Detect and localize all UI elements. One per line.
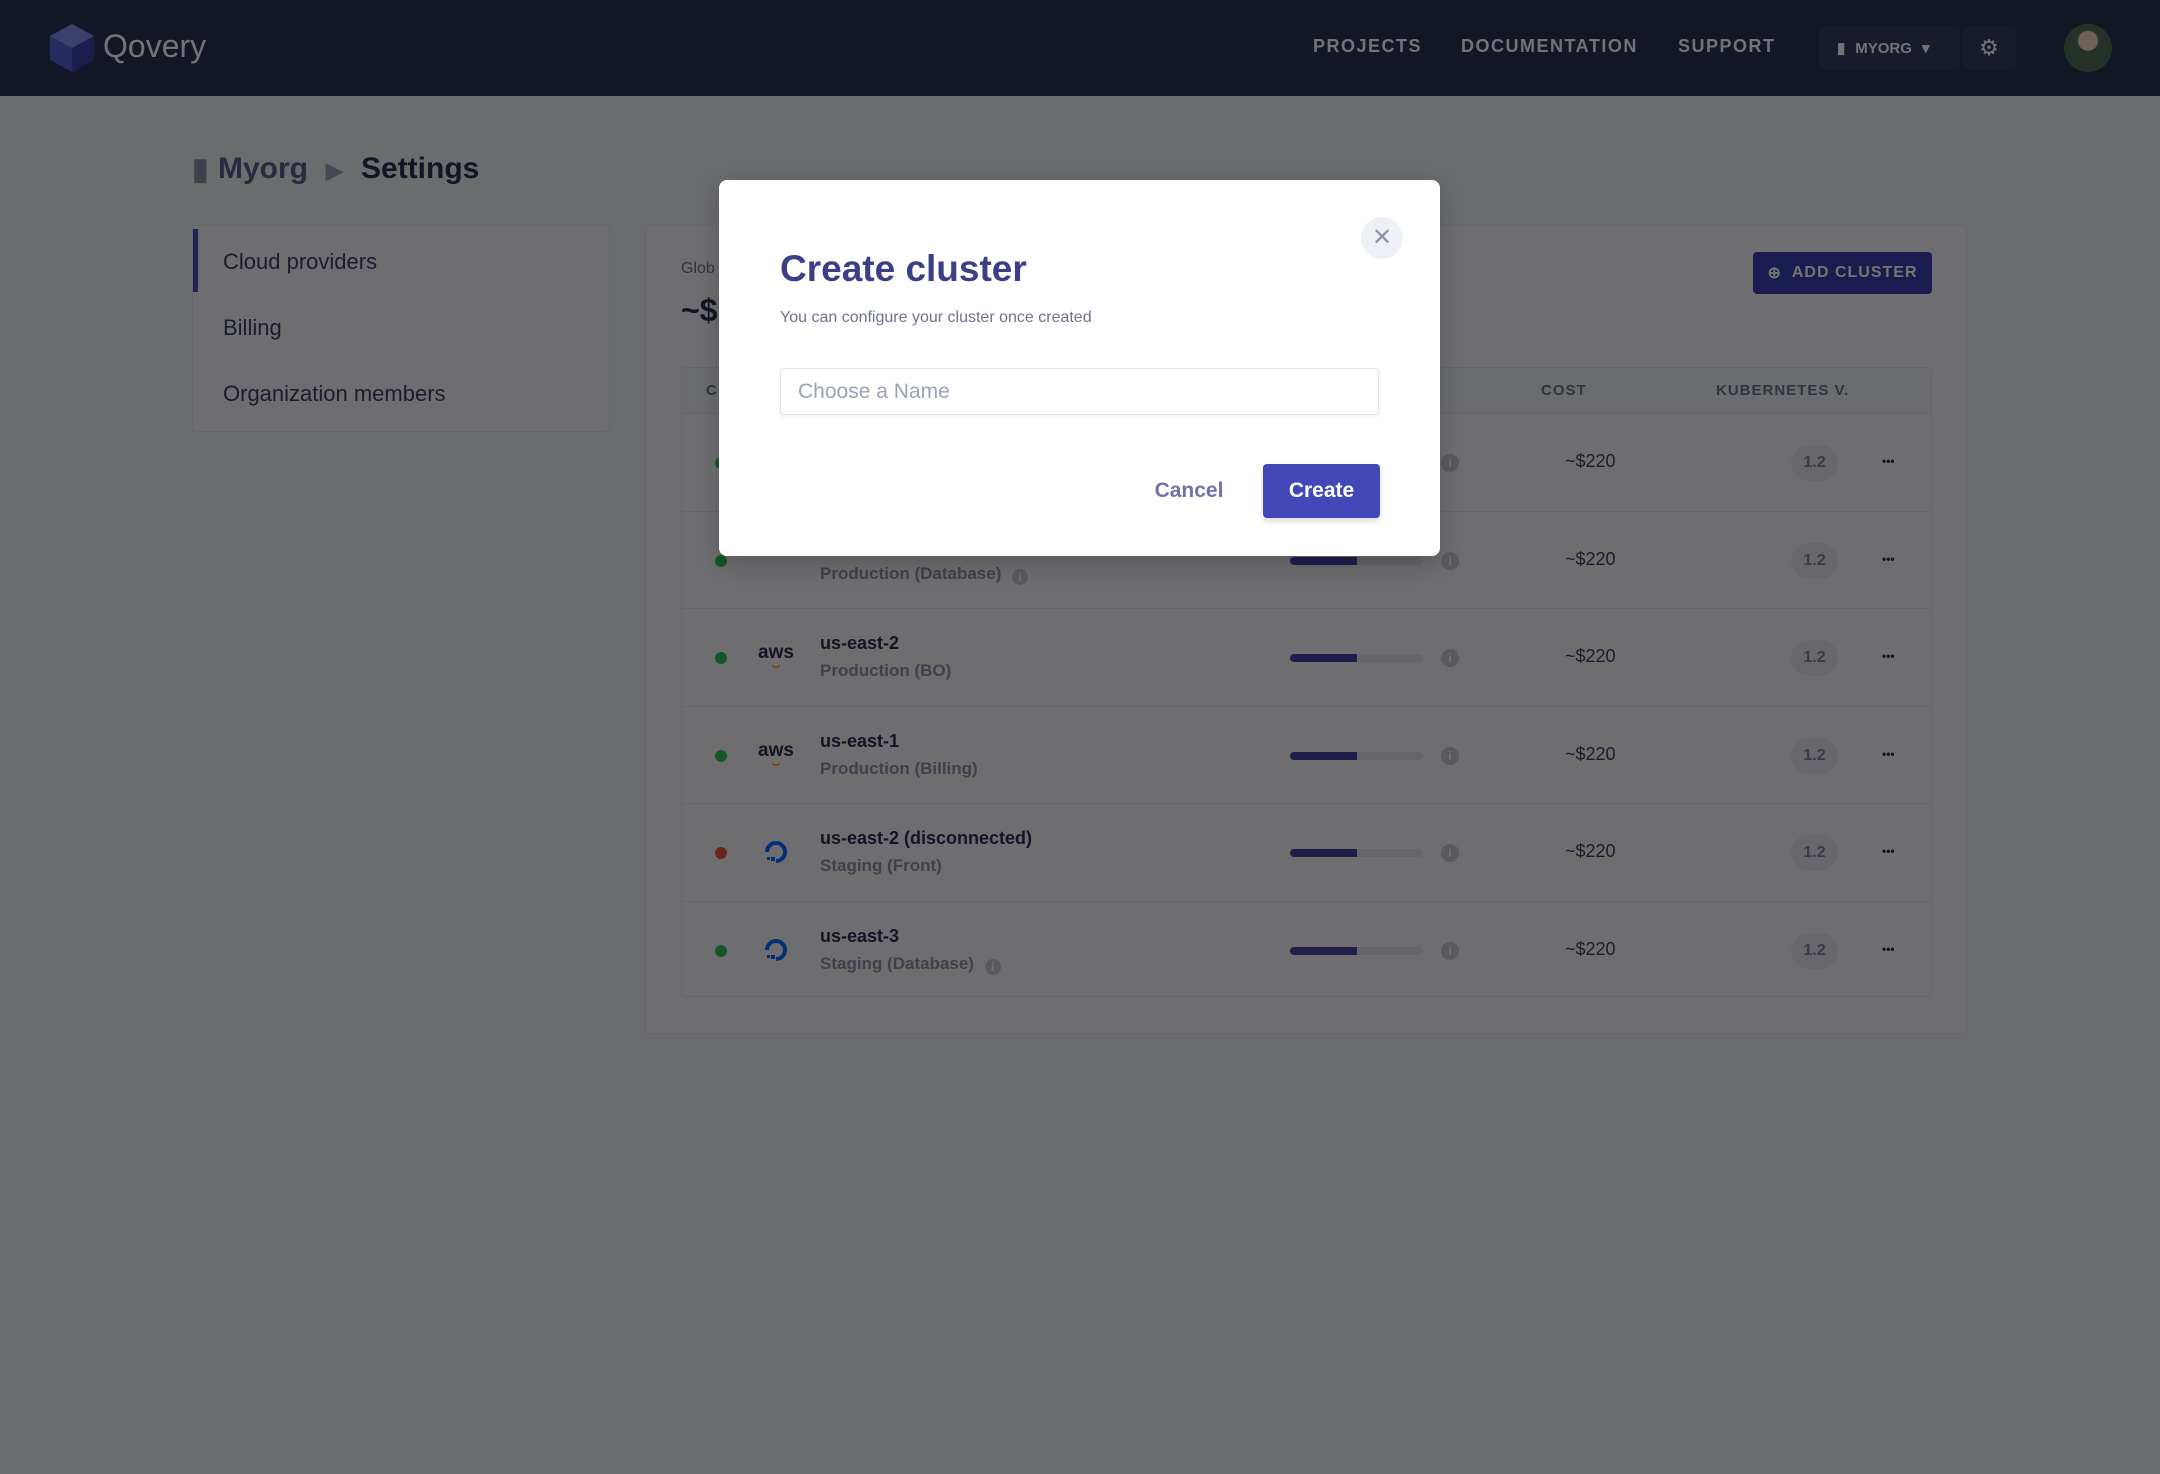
usage-bar	[1290, 849, 1423, 857]
org-name: MYORG	[1855, 39, 1912, 57]
cluster-env-label: Production (BO)	[820, 661, 952, 680]
table-row[interactable]: us-east-2 (disconnected) Staging (Front)…	[682, 803, 1931, 901]
global-cost-value: ~$	[681, 292, 718, 328]
cluster-cost: ~$220	[1565, 451, 1616, 471]
cluster-name: us-east-1	[820, 730, 900, 751]
info-icon[interactable]: i	[1441, 454, 1459, 472]
create-button[interactable]: Create	[1263, 464, 1380, 518]
modal-title: Create cluster	[780, 248, 1027, 289]
cluster-name: us-east-2 (disconnected)	[820, 828, 1033, 848]
cluster-env-label: Production (Database)	[820, 563, 1002, 583]
more-options-icon[interactable]: •••	[1882, 649, 1895, 663]
create-cluster-modal: ✕ Create cluster You can configure your …	[719, 180, 1440, 556]
cluster-cost: ~$220	[1565, 938, 1616, 959]
aws-logo-icon: aws ⌣	[758, 642, 794, 673]
page-title: Settings	[361, 152, 480, 185]
cluster-env: Production (Billing)	[820, 759, 978, 779]
gear-icon[interactable]: ⚙	[1962, 27, 2016, 69]
info-icon[interactable]: i	[1441, 844, 1459, 862]
settings-sidebar: Cloud providers Billing Organization mem…	[192, 225, 610, 432]
more-options-icon[interactable]: •••	[1882, 454, 1895, 468]
column-kubernetes: KUBERNETES V.	[1716, 382, 1850, 399]
kubernetes-version-badge: 1.2	[1791, 835, 1838, 871]
cluster-cost: ~$220	[1565, 841, 1616, 861]
kubernetes-version-badge: 1.2	[1791, 640, 1838, 676]
avatar[interactable]	[2064, 24, 2112, 72]
sidebar-item-cloud-providers[interactable]: Cloud providers	[223, 249, 377, 275]
usage-bar	[1290, 946, 1423, 955]
sidebar-item-organization-members[interactable]: Organization members	[223, 381, 446, 407]
add-cluster-label: ADD CLUSTER	[1791, 264, 1918, 281]
cluster-name-input[interactable]	[780, 368, 1379, 415]
more-options-icon[interactable]: •••	[1882, 552, 1895, 566]
nav-documentation[interactable]: DOCUMENTATION	[1461, 36, 1638, 57]
cluster-env: Production (Database) i	[820, 563, 1029, 585]
kubernetes-version-badge: 1.2	[1791, 737, 1838, 774]
cluster-cost: ~$220	[1565, 646, 1616, 666]
cluster-env: Staging (Database) i	[820, 953, 1001, 975]
cluster-env-label: Staging (Database)	[820, 953, 974, 973]
status-dot	[715, 749, 727, 762]
top-header: Qovery PROJECTS DOCUMENTATION SUPPORT ▮ M…	[0, 0, 2160, 96]
info-icon[interactable]: i	[1441, 649, 1459, 667]
cluster-env-label: Staging (Front)	[820, 856, 942, 875]
chevron-right-icon: ▶	[326, 158, 343, 183]
cluster-env-label: Production (Billing)	[820, 758, 978, 778]
cluster-env: Staging (Front)	[820, 856, 942, 876]
sidebar-item-billing[interactable]: Billing	[223, 315, 282, 341]
nav-support[interactable]: SUPPORT	[1678, 36, 1776, 57]
more-options-icon[interactable]: •••	[1882, 844, 1895, 858]
column-cost: COST	[1541, 382, 1587, 399]
status-dot	[715, 944, 727, 957]
plus-circle-icon: ⊕	[1767, 265, 1782, 282]
info-icon[interactable]: i	[1012, 568, 1029, 585]
global-cost-label: Glob	[681, 260, 715, 277]
cluster-cost: ~$220	[1565, 548, 1616, 569]
org-selector[interactable]: ▮ MYORG ▾	[1819, 27, 1960, 69]
status-dot	[715, 847, 727, 859]
table-row[interactable]: us-east-3 Staging (Database) i i ~$220 1…	[682, 900, 1931, 999]
breadcrumb-org[interactable]: Myorg	[218, 152, 308, 186]
org-icon: ▮	[1837, 40, 1846, 57]
chevron-down-icon: ▾	[1921, 40, 1930, 57]
org-icon: ▮	[192, 153, 209, 186]
digitalocean-logo-icon	[756, 834, 796, 870]
table-row[interactable]: aws ⌣ us-east-1 Production (Billing) i ~$…	[682, 705, 1931, 804]
kubernetes-version-badge: 1.2	[1791, 932, 1838, 969]
digitalocean-logo-icon	[756, 932, 796, 968]
kubernetes-version-badge: 1.2	[1791, 542, 1838, 579]
info-icon[interactable]: i	[1441, 746, 1459, 765]
info-icon[interactable]: i	[984, 958, 1001, 975]
close-icon[interactable]: ✕	[1361, 217, 1403, 259]
column-first: C	[706, 382, 718, 399]
kubernetes-version-badge: 1.2	[1791, 445, 1838, 481]
usage-bar	[1290, 556, 1423, 565]
status-dot	[715, 652, 727, 664]
cluster-cost: ~$220	[1565, 743, 1616, 764]
status-dot	[715, 554, 727, 567]
nav-projects[interactable]: PROJECTS	[1313, 36, 1422, 57]
qovery-logo-icon[interactable]	[50, 24, 94, 72]
cluster-name: us-east-3	[820, 925, 900, 946]
more-options-icon[interactable]: •••	[1882, 747, 1895, 761]
cluster-env: Production (BO)	[820, 661, 951, 681]
usage-bar	[1290, 751, 1423, 760]
info-icon[interactable]: i	[1441, 551, 1459, 570]
cluster-name: us-east-2	[820, 633, 900, 653]
active-indicator	[193, 229, 198, 292]
aws-logo-icon: aws ⌣	[758, 739, 794, 771]
usage-bar	[1290, 654, 1423, 662]
add-cluster-button[interactable]: ⊕ ADD CLUSTER	[1753, 252, 1932, 294]
more-options-icon[interactable]: •••	[1882, 942, 1895, 956]
brand-name[interactable]: Qovery	[103, 28, 206, 65]
table-row[interactable]: aws ⌣ us-east-2 Production (BO) i ~$220 1…	[682, 608, 1931, 706]
modal-subtitle: You can configure your cluster once crea…	[780, 309, 1092, 326]
info-icon[interactable]: i	[1441, 941, 1459, 960]
cancel-button[interactable]: Cancel	[1139, 464, 1239, 518]
